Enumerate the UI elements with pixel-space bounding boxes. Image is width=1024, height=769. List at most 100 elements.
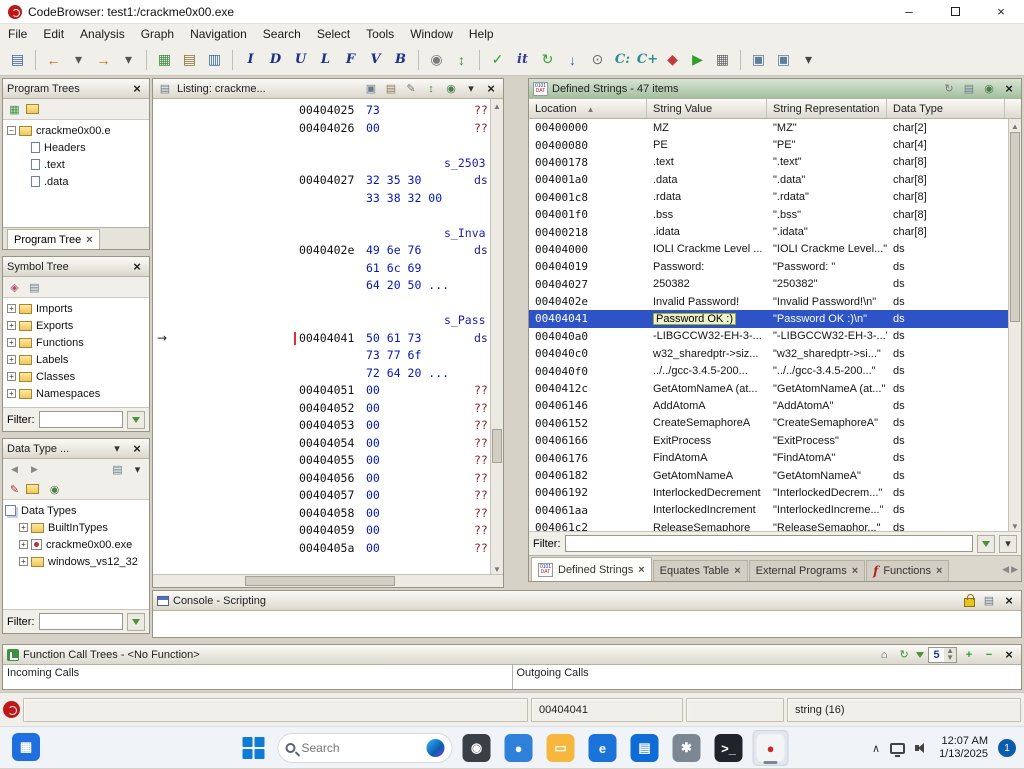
listing-row[interactable]: s_Pass: [153, 312, 503, 330]
sidebar-item-functions[interactable]: +Functions: [5, 334, 149, 351]
table-row[interactable]: 004040f0../../gcc-3.4.5-200..."../../gcc…: [529, 362, 1021, 379]
table-options-icon[interactable]: [961, 81, 977, 97]
camera-app-icon[interactable]: ◉: [459, 730, 495, 766]
maximize-button[interactable]: [932, 0, 978, 24]
navigate-updown-icon[interactable]: ↕: [450, 48, 473, 72]
column-header-string-representation[interactable]: String Representation: [767, 99, 887, 118]
listing-row[interactable]: 0040402573??: [153, 102, 503, 120]
table-row[interactable]: 00404027250382"250382"ds: [529, 276, 1021, 293]
tree-item-windows-vs12-32[interactable]: +windows_vs12_32: [5, 553, 149, 570]
spinner-arrows[interactable]: [944, 648, 956, 662]
table-row[interactable]: 004061c2ReleaseSemaphore"ReleaseSemaphor…: [529, 519, 1021, 531]
expander-icon[interactable]: +: [7, 355, 16, 364]
nav-back-dropdown-icon[interactable]: ▾: [67, 48, 90, 72]
table-row[interactable]: 004001f0.bss".bss"char[8]: [529, 206, 1021, 223]
expander-icon[interactable]: +: [19, 540, 28, 549]
listing-row[interactable]: 0040405a00??: [153, 540, 503, 558]
table-row[interactable]: 004061aaInterlockedIncrement"Interlocked…: [529, 502, 1021, 519]
nav-forward-dropdown-icon[interactable]: ▾: [117, 48, 140, 72]
sidebar-item-exports[interactable]: +Exports: [5, 317, 149, 334]
filter-funnel-icon[interactable]: [916, 652, 924, 658]
datatype-filter-input[interactable]: [39, 613, 124, 630]
table-row[interactable]: 00400218.idata".idata"char[8]: [529, 223, 1021, 240]
incoming-calls-pane[interactable]: Incoming Calls: [3, 665, 513, 689]
expander-icon[interactable]: +: [7, 338, 16, 347]
toggle-v-icon[interactable]: V: [364, 48, 387, 72]
tree-item-data[interactable]: .data: [5, 173, 149, 190]
listing-row[interactable]: 0040405500??: [153, 452, 503, 470]
run-script-icon[interactable]: ▶: [686, 48, 709, 72]
filter-options-icon[interactable]: [127, 613, 145, 631]
taskbar-search[interactable]: [278, 733, 453, 763]
table-row[interactable]: 00406176FindAtomA"FindAtomA"ds: [529, 449, 1021, 466]
close-icon[interactable]: [936, 565, 942, 577]
search-input[interactable]: [302, 741, 421, 755]
spin-down-icon[interactable]: [946, 655, 954, 662]
start-button[interactable]: [236, 730, 272, 766]
listing-row[interactable]: s_2503: [153, 155, 503, 173]
expand-all-icon[interactable]: [961, 647, 977, 663]
table-row[interactable]: 00406152CreateSemaphoreA"CreateSemaphore…: [529, 415, 1021, 432]
ghidra-app-icon[interactable]: ●: [753, 730, 789, 766]
expander-icon[interactable]: +: [19, 557, 28, 566]
menu-window[interactable]: Window: [402, 27, 461, 41]
instruction-info-icon[interactable]: it: [511, 48, 534, 72]
close-icon[interactable]: [129, 441, 145, 457]
table-row[interactable]: 004040c0w32_sharedptr->siz..."w32_shared…: [529, 345, 1021, 362]
expander-icon[interactable]: −: [7, 126, 16, 135]
listing-header[interactable]: Listing: crackme...: [153, 79, 503, 99]
symbol-table-icon[interactable]: [26, 279, 43, 296]
listing-hscrollbar[interactable]: [153, 574, 503, 587]
scroll-down-icon[interactable]: [1009, 519, 1021, 531]
edit-icon[interactable]: [403, 81, 419, 97]
sidebar-item-classes[interactable]: +Classes: [5, 368, 149, 385]
menu-navigation[interactable]: Navigation: [182, 27, 255, 41]
preview-icon[interactable]: [109, 461, 126, 478]
pull-icon[interactable]: ↓: [561, 48, 584, 72]
tree-item-headers[interactable]: Headers: [5, 139, 149, 156]
listing-row[interactable]: 0040405900??: [153, 522, 503, 540]
volume-icon[interactable]: [915, 742, 929, 754]
table-row[interactable]: 004001a0.data".data"char[8]: [529, 171, 1021, 188]
scroll-up-icon[interactable]: [491, 99, 503, 111]
table-row[interactable]: 00400178.text".text"char[8]: [529, 154, 1021, 171]
tab-external-programs[interactable]: External Programs: [749, 560, 866, 581]
close-icon[interactable]: [638, 564, 644, 576]
table-row[interactable]: 0040402eInvalid Password!"Invalid Passwo…: [529, 293, 1021, 310]
new-tree-icon[interactable]: [6, 101, 23, 118]
snapshot-icon[interactable]: ◉: [425, 48, 448, 72]
listing-row[interactable]: 33 38 32 00: [153, 190, 503, 208]
listing-row[interactable]: [153, 207, 503, 225]
window-layout2-icon[interactable]: ▣: [772, 48, 795, 72]
tree-item-data-types[interactable]: Data Types: [5, 502, 149, 519]
tab-equates-table[interactable]: Equates Table: [653, 560, 748, 581]
listing-row[interactable]: [153, 295, 503, 313]
table-row[interactable]: 004001c8.rdata".rdata"char[8]: [529, 189, 1021, 206]
save-icon[interactable]: ▤: [6, 48, 29, 72]
memory-icon[interactable]: ▦: [711, 48, 734, 72]
paste-icon[interactable]: [383, 81, 399, 97]
cpp-icon[interactable]: C+: [636, 48, 659, 72]
close-icon[interactable]: [1001, 647, 1017, 663]
snapshot-icon[interactable]: [443, 81, 459, 97]
table-row[interactable]: 00404000IOLI Crackme Level ..."IOLI Crac…: [529, 241, 1021, 258]
table-row[interactable]: 00400000MZ"MZ"char[2]: [529, 119, 1021, 136]
call-trees-header[interactable]: Function Call Trees - <No Function> 5: [3, 645, 1021, 665]
table-row[interactable]: 00404019Password:"Password: "ds: [529, 258, 1021, 275]
snapshot-icon[interactable]: [46, 481, 63, 498]
column-header-location[interactable]: Location: [529, 99, 647, 118]
close-icon[interactable]: [483, 81, 499, 97]
listing-row[interactable]: 0040405600??: [153, 470, 503, 488]
symbol-tree-header[interactable]: Symbol Tree: [3, 257, 149, 277]
register-view-icon[interactable]: ▤: [178, 48, 201, 72]
toolbar-dropdown-icon[interactable]: ▾: [797, 48, 820, 72]
listing-menu-icon[interactable]: [463, 81, 479, 97]
taskbar-clock[interactable]: 12:07 AM 1/13/2025: [939, 735, 988, 761]
tree-item-text[interactable]: .text: [5, 156, 149, 173]
expander-icon[interactable]: +: [7, 304, 16, 313]
refresh-icon[interactable]: [896, 647, 912, 663]
console-header[interactable]: Console - Scripting: [153, 591, 1021, 611]
listing-vscrollbar[interactable]: [490, 99, 503, 574]
menu-search[interactable]: Search: [255, 27, 309, 41]
listing-row[interactable]: 61 6c 69: [153, 260, 503, 278]
